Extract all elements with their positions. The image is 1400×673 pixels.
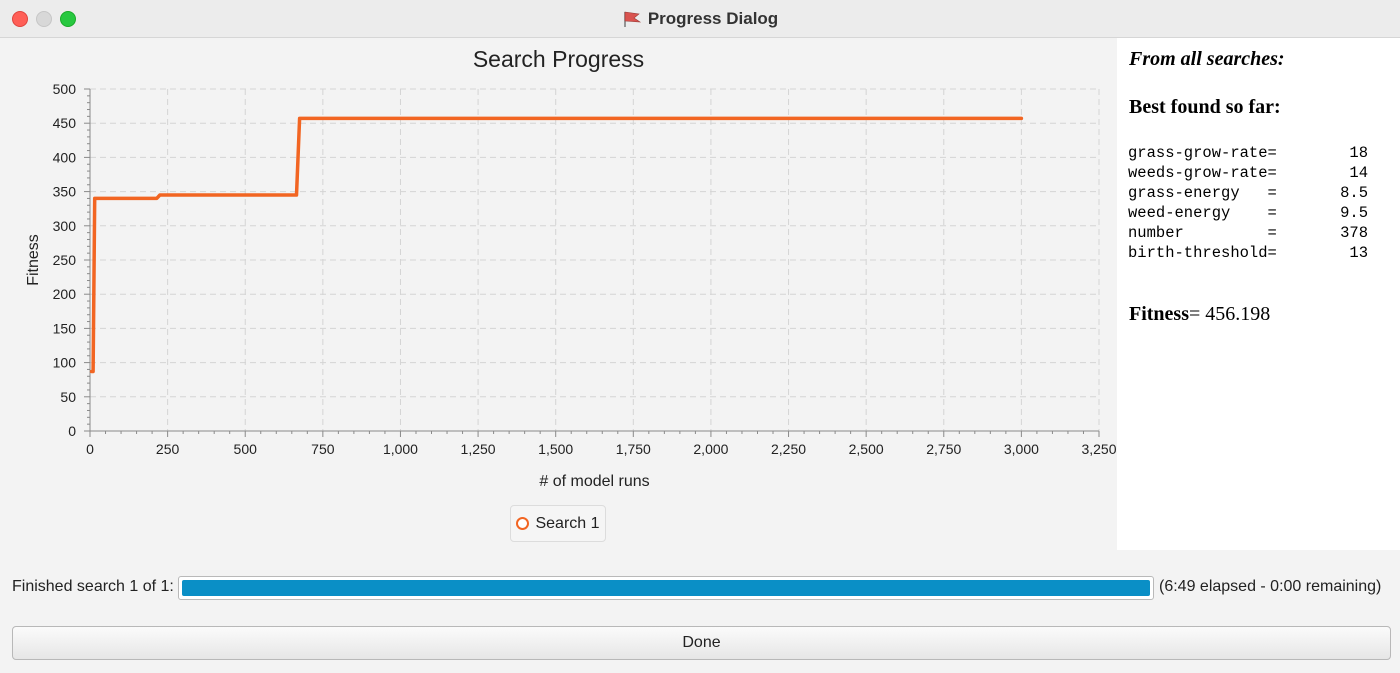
window-title: Progress Dialog [647, 8, 779, 28]
param-row: weed-energy = 9.5 [1128, 203, 1368, 223]
x-tick-label: 750 [311, 441, 335, 457]
y-tick-label: 500 [53, 81, 77, 97]
window-title-group: Progress Dialog [0, 0, 1400, 37]
y-tick-label: 450 [53, 115, 77, 131]
search-progress-bar [178, 576, 1154, 600]
param-row: number = 378 [1128, 223, 1368, 243]
x-tick-label: 500 [234, 441, 258, 457]
y-tick-label: 100 [53, 355, 77, 371]
x-tick-label: 3,000 [1004, 441, 1039, 457]
y-tick-label: 200 [53, 286, 77, 302]
title-bar: Progress Dialog [0, 0, 1400, 38]
chart-title: Search Progress [472, 46, 645, 72]
done-button[interactable]: Done [12, 626, 1391, 660]
chart-legend: Search 1 [510, 505, 606, 542]
y-tick-label: 0 [68, 423, 76, 439]
y-tick-label: 350 [53, 184, 77, 200]
results-panel: From all searches: Best found so far: gr… [1117, 38, 1400, 550]
param-name: birth-threshold= [1128, 244, 1277, 262]
best-params-list: grass-grow-rate= 18 weeds-grow-rate= 14 gr… [1128, 143, 1368, 263]
param-name: weeds-grow-rate= [1128, 164, 1277, 182]
x-tick-label: 3,250 [1081, 441, 1116, 457]
param-value: 13 [1349, 244, 1368, 262]
fitness-value: = 456.198 [1189, 303, 1271, 325]
param-row: grass-energy = 8.5 [1128, 183, 1368, 203]
legend-series-marker [516, 517, 530, 530]
param-value: 9.5 [1340, 204, 1368, 222]
x-tick-label: 1,750 [616, 441, 651, 457]
y-tick-label: 250 [53, 252, 77, 268]
param-row: birth-threshold= 13 [1128, 243, 1368, 263]
x-tick-label: 250 [156, 441, 180, 457]
search-progress-chart: 0 250 500 750 1,000 1,250 1,500 1,750 2,000 2,250… [0, 38, 1117, 550]
y-tick-label: 50 [60, 389, 76, 405]
y-axis-label: Fitness [25, 234, 42, 286]
param-name: grass-grow-rate= [1128, 144, 1277, 162]
x-tick-label: 1,000 [383, 441, 418, 457]
param-value: 8.5 [1340, 184, 1368, 202]
param-value: 378 [1340, 224, 1368, 242]
param-value: 18 [1349, 144, 1368, 162]
elapsed-time-label: (6:49 elapsed - 0:00 remaining) [1159, 578, 1382, 595]
search-status-label: Finished search 1 of 1: [12, 578, 174, 595]
x-tick-label: 1,500 [538, 441, 573, 457]
chart-canvas: 0 250 500 750 1,000 1,250 1,500 1,750 2,000 2,250… [25, 81, 1117, 490]
param-row: weeds-grow-rate= 14 [1128, 163, 1368, 183]
x-tick-label: 0 [86, 441, 94, 457]
param-row: grass-grow-rate= 18 [1128, 143, 1368, 163]
best-found-label: Best found so far: [1129, 96, 1281, 118]
results-heading: From all searches: [1129, 48, 1285, 70]
x-axis-label: # of model runs [539, 473, 649, 490]
param-name: number = [1128, 224, 1277, 242]
progress-bar-fill [182, 580, 1150, 596]
param-value: 14 [1349, 164, 1368, 182]
x-tick-label: 2,500 [849, 441, 884, 457]
x-tick-label: 1,250 [461, 441, 496, 457]
x-tick-label: 2,250 [771, 441, 806, 457]
legend-series-label: Search 1 [535, 514, 600, 532]
x-tick-label: 2,000 [693, 441, 728, 457]
fitness-label: Fitness [1129, 303, 1189, 325]
param-name: grass-energy = [1128, 184, 1277, 202]
param-name: weed-energy = [1128, 204, 1277, 222]
y-tick-label: 300 [53, 218, 77, 234]
x-tick-label: 2,750 [926, 441, 961, 457]
best-fitness: Fitness= 456.198 [1129, 303, 1270, 326]
series-line-search-1 [89, 116, 1024, 374]
y-tick-label: 150 [53, 320, 77, 336]
netlogo-flag-icon [624, 11, 641, 27]
y-tick-label: 400 [53, 149, 77, 165]
